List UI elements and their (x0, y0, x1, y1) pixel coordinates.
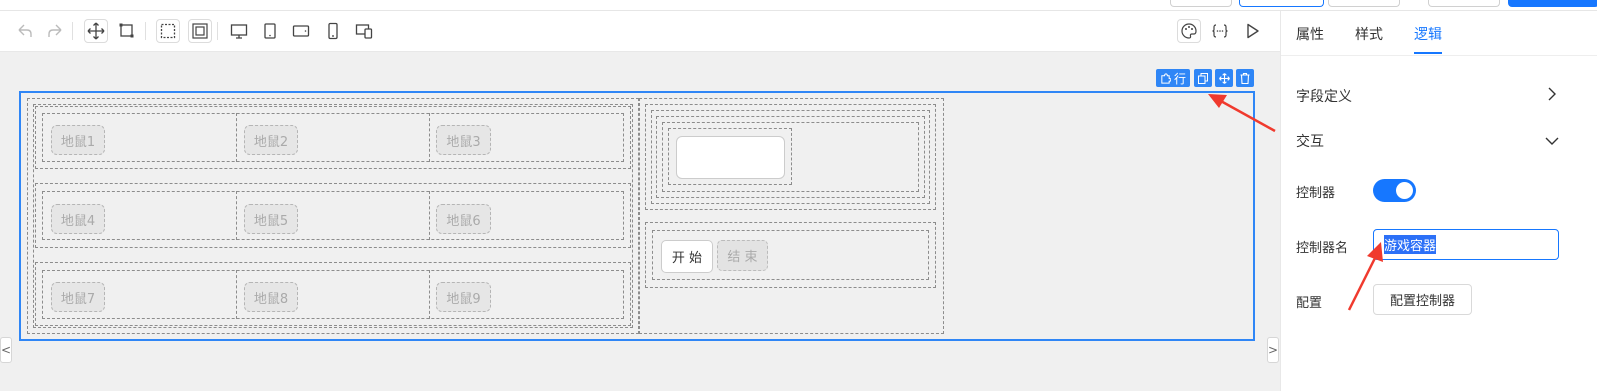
layers-icon[interactable] (188, 19, 212, 43)
top-button-1[interactable] (1170, 0, 1232, 7)
drag-button[interactable] (1215, 69, 1233, 87)
delete-button[interactable] (1236, 69, 1254, 87)
move-icon[interactable] (84, 19, 108, 43)
mobile-icon[interactable] (322, 20, 344, 42)
mouse-row-3-inner (42, 270, 624, 319)
top-button-3[interactable] (1328, 0, 1400, 7)
collapse-right-button[interactable]: > (1267, 337, 1279, 363)
multi-device-icon[interactable] (353, 20, 375, 42)
column-divider (236, 113, 238, 162)
chevron-left-icon: < (0, 343, 12, 357)
start-button[interactable]: 开 始 (661, 240, 713, 273)
end-button[interactable]: 结 束 (717, 240, 768, 271)
column-divider (236, 270, 238, 319)
mouse-button[interactable]: 地鼠1 (51, 125, 105, 155)
chevron-right-icon[interactable] (1546, 86, 1558, 105)
configure-controller-button[interactable]: 配置控制器 (1373, 284, 1472, 315)
puzzle-icon (1161, 72, 1171, 84)
annotation-arrow-icon (1347, 240, 1387, 312)
drag-move-icon (1218, 72, 1230, 84)
column-divider (429, 270, 431, 319)
column-divider (429, 113, 431, 162)
mouse-button[interactable]: 地鼠3 (436, 125, 491, 155)
controller-toggle[interactable] (1373, 179, 1416, 202)
play-icon[interactable] (1241, 20, 1263, 42)
copy-icon (1198, 72, 1208, 84)
mouse-button[interactable]: 地鼠7 (51, 282, 105, 312)
desktop-icon[interactable] (228, 20, 250, 42)
undo-icon[interactable] (14, 20, 36, 42)
copy-button[interactable] (1194, 69, 1212, 87)
tab-logic[interactable]: 逻辑 (1414, 24, 1442, 44)
toolbar-divider (217, 22, 218, 40)
annotation-arrow-icon (1205, 90, 1277, 134)
tab-bar-divider (1281, 55, 1597, 56)
column-divider (236, 191, 238, 240)
tablet-icon[interactable] (259, 20, 281, 42)
active-tab-indicator (1414, 52, 1442, 54)
code-icon[interactable] (1209, 20, 1231, 42)
chevron-right-icon: > (1267, 343, 1279, 357)
collapse-left-button[interactable]: < (0, 337, 12, 363)
mouse-button[interactable]: 地鼠9 (436, 282, 491, 312)
controller-name-label: 控制器名 (1296, 241, 1349, 256)
redo-icon[interactable] (44, 20, 66, 42)
chevron-down-icon[interactable] (1545, 132, 1559, 151)
top-button-4[interactable] (1428, 0, 1500, 7)
field-definition-header[interactable]: 字段定义 (1296, 86, 1352, 106)
mouse-button[interactable]: 地鼠6 (436, 204, 491, 234)
mouse-row-2-inner (42, 191, 624, 240)
mouse-button[interactable]: 地鼠2 (244, 125, 298, 155)
config-label: 配置 (1296, 296, 1323, 311)
mouse-button[interactable]: 地鼠8 (244, 282, 298, 312)
mouse-button[interactable]: 地鼠4 (51, 204, 105, 234)
tab-style[interactable]: 样式 (1355, 24, 1383, 44)
select-box-icon[interactable] (116, 20, 138, 42)
tablet-landscape-icon[interactable] (290, 20, 312, 42)
dashed-select-icon[interactable] (156, 19, 180, 43)
properties-panel (1280, 11, 1597, 391)
interaction-header[interactable]: 交互 (1296, 131, 1324, 151)
top-button-2[interactable] (1239, 0, 1324, 7)
score-display (676, 136, 785, 179)
controller-label: 控制器 (1296, 186, 1336, 201)
mouse-button[interactable]: 地鼠5 (244, 204, 298, 234)
row-select-button[interactable]: 行 (1156, 69, 1190, 87)
palette-icon[interactable] (1177, 19, 1201, 43)
tab-attributes[interactable]: 属性 (1296, 24, 1324, 44)
controller-name-input[interactable]: 游戏容器 (1373, 229, 1559, 260)
trash-icon (1240, 72, 1250, 84)
row-label: 行 (1173, 71, 1186, 86)
top-button-primary[interactable] (1508, 0, 1597, 7)
mouse-row-1-inner (42, 113, 624, 162)
toolbar-divider (72, 22, 73, 40)
selected-text: 游戏容器 (1384, 235, 1437, 254)
toolbar-divider (145, 22, 146, 40)
column-divider (429, 191, 431, 240)
